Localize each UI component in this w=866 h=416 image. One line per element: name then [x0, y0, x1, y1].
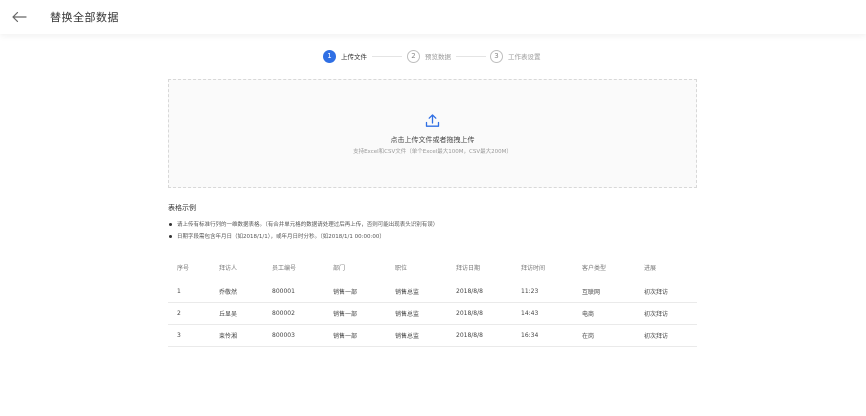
column-header: 部门 [333, 265, 346, 272]
table-cell: 2018/8/8 [456, 288, 483, 295]
upload-title: 点击上传文件或者拖拽上传 [390, 136, 475, 144]
column-header: 员工编号 [272, 265, 297, 272]
table-cell: 16:34 [521, 332, 539, 339]
example-title: 表格示例 [168, 204, 196, 212]
note-item: 日期字段需包含年月日（如2018/1/1），或年月日时分秒。（如2018/1/1… [168, 232, 438, 244]
upload-hint: 支持Excel和CSV文件（单个Excel最大100M，CSV最大200M） [353, 149, 512, 155]
page-title: 替换全部数据 [50, 11, 119, 24]
column-header: 拜访日期 [456, 265, 481, 272]
table-header-row: 序号 拜访人 员工编号 部门 职位 拜访日期 拜访时间 客户类型 进展 [168, 254, 697, 281]
step-preview-data[interactable]: 2 预览数据 [407, 49, 451, 63]
step-number: 1 [323, 49, 336, 63]
column-header: 拜访人 [219, 265, 238, 272]
table-cell: 800003 [272, 332, 295, 339]
table-cell: 14:43 [521, 310, 539, 317]
back-arrow-icon[interactable] [11, 9, 27, 23]
table-cell: 11:23 [521, 288, 539, 295]
column-header: 序号 [177, 265, 190, 272]
table-cell: 2018/8/8 [456, 310, 483, 317]
table-cell: 销售一部 [333, 289, 358, 296]
step-connector [456, 56, 486, 57]
step-number: 2 [407, 49, 420, 63]
table-cell: 2 [177, 310, 181, 317]
step-connector [372, 56, 402, 57]
table-cell: 丘显吴 [219, 311, 238, 318]
table-row: 3 束怜湘 800003 销售一部 销售总监 2018/8/8 16:34 在岗… [168, 325, 697, 347]
note-item: 请上传有标准行列的一维数据表格。（有合并单元格的数据请处理过后再上传，否则可能出… [168, 220, 438, 232]
step-indicator: 1 上传文件 2 预览数据 3 工作表设置 [0, 49, 866, 63]
table-row: 1 乔敬然 800001 销售一部 销售总监 2018/8/8 11:23 互联… [168, 281, 697, 303]
column-header: 职位 [395, 265, 408, 272]
table-cell: 电商 [582, 311, 595, 318]
table-row: 2 丘显吴 800002 销售一部 销售总监 2018/8/8 14:43 电商… [168, 303, 697, 325]
table-cell: 销售总监 [395, 289, 420, 296]
step-label: 预览数据 [425, 53, 451, 61]
step-label: 上传文件 [341, 53, 367, 61]
example-table: 序号 拜访人 员工编号 部门 职位 拜访日期 拜访时间 客户类型 进展 1 乔敬… [168, 254, 697, 347]
step-upload-file[interactable]: 1 上传文件 [323, 49, 367, 63]
table-cell: 乔敬然 [219, 289, 238, 296]
column-header: 进展 [644, 265, 657, 272]
table-cell: 销售总监 [395, 333, 420, 340]
example-notes: 请上传有标准行列的一维数据表格。（有合并单元格的数据请处理过后再上传，否则可能出… [168, 220, 438, 244]
table-cell: 2018/8/8 [456, 332, 483, 339]
table-cell: 销售一部 [333, 311, 358, 318]
upload-icon [425, 113, 440, 128]
table-cell: 互联网 [582, 289, 601, 296]
table-cell: 束怜湘 [219, 333, 238, 340]
page-header: 替换全部数据 [0, 0, 866, 34]
table-cell: 3 [177, 332, 181, 339]
table-cell: 初次拜访 [644, 311, 669, 318]
step-sheet-settings[interactable]: 3 工作表设置 [490, 49, 541, 63]
table-cell: 1 [177, 288, 181, 295]
table-cell: 800002 [272, 310, 295, 317]
step-number: 3 [490, 49, 503, 63]
column-header: 客户类型 [582, 265, 607, 272]
column-header: 拜访时间 [521, 265, 546, 272]
table-cell: 销售总监 [395, 311, 420, 318]
table-cell: 800001 [272, 288, 295, 295]
table-cell: 初次拜访 [644, 333, 669, 340]
table-cell: 初次拜访 [644, 289, 669, 296]
step-label: 工作表设置 [508, 53, 541, 61]
table-cell: 在岗 [582, 333, 595, 340]
upload-dropzone[interactable]: 点击上传文件或者拖拽上传 支持Excel和CSV文件（单个Excel最大100M… [168, 79, 697, 188]
table-cell: 销售一部 [333, 333, 358, 340]
